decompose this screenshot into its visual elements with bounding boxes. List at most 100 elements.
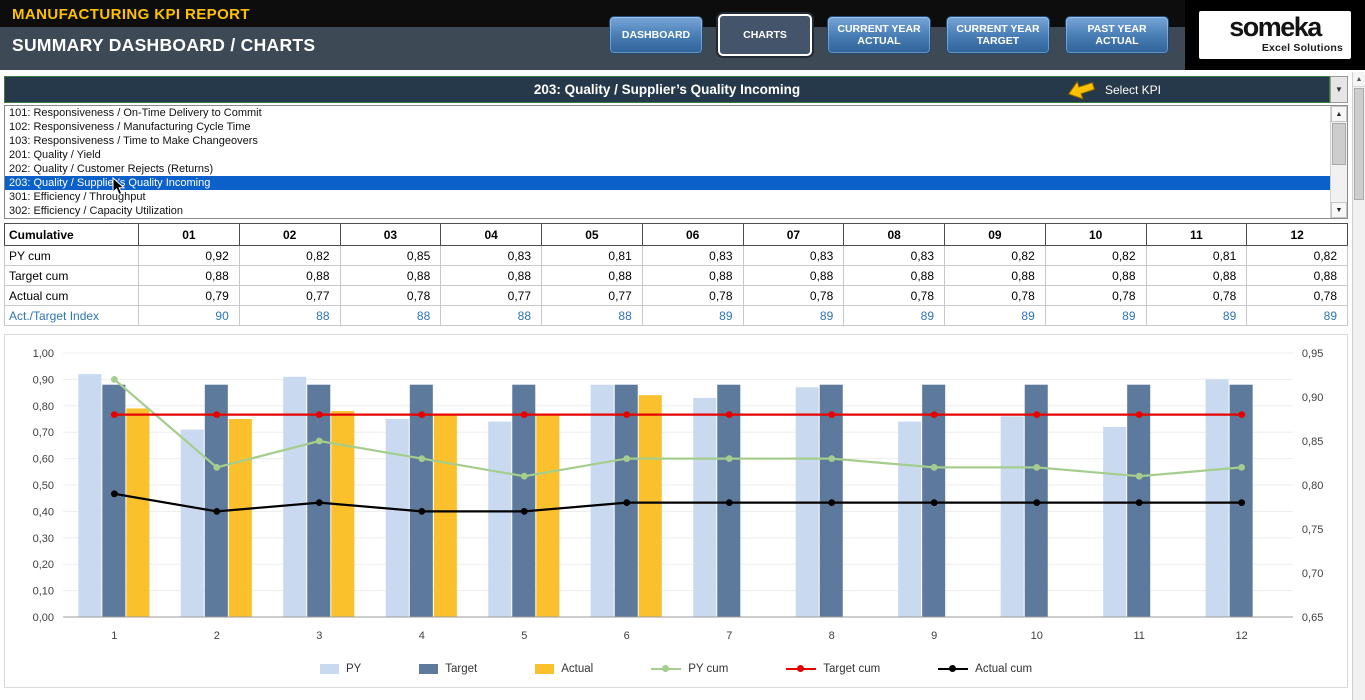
legend-label: Target [445,663,477,675]
svg-text:0,70: 0,70 [1302,568,1323,580]
scroll-down-icon[interactable]: ▼ [1331,202,1347,218]
scroll-up-icon[interactable]: ▲ [1331,106,1347,122]
table-header-cell: 09 [945,224,1046,246]
svg-text:9: 9 [931,630,937,642]
table-cell: 0,78 [1045,286,1146,306]
dropdown-scroll-thumb[interactable] [1332,123,1346,165]
content: 203: Quality / Supplier’s Quality Incomi… [2,74,1350,700]
kpi-dropdown-button[interactable]: ▼ [1330,76,1348,103]
svg-text:0,20: 0,20 [33,559,54,571]
table-cell: 0,82 [239,246,340,266]
table-cell: 0,92 [139,246,240,266]
logo-zone: someka Excel Solutions [1185,0,1365,70]
table-cell: 0,78 [340,286,441,306]
legend-label: Target cum [823,663,880,675]
row-label: Actual cum [5,286,139,306]
table-cell: 0,88 [340,266,441,286]
header-titles: MANUFACTURING KPI REPORT SUMMARY DASHBOA… [0,0,315,70]
kpi-option[interactable]: 203: Quality / Supplier’s Quality Incomi… [5,176,1347,190]
nav-charts[interactable]: CHARTS [718,14,812,56]
table-cell: 0,77 [542,286,643,306]
svg-text:11: 11 [1133,630,1144,642]
table-header-cell: 03 [340,224,441,246]
legend-item-actual-cum: Actual cum [938,663,1032,675]
svg-text:3: 3 [316,630,322,642]
svg-text:0,60: 0,60 [33,454,54,466]
table-row: Act./Target Index90888888888989898989898… [5,306,1348,326]
table-header-cell: 02 [239,224,340,246]
nav-past-year-actual[interactable]: PAST YEAR ACTUAL [1065,16,1169,54]
table-cell: 0,88 [542,266,643,286]
chart-legend: PY Target Actual PY cum Target cum Actual cum [7,651,1345,687]
table-header-cell: 06 [642,224,743,246]
table-cell: 0,88 [945,266,1046,286]
window-scrollbar[interactable]: ▲ [1352,72,1365,700]
table-cell: 89 [1146,306,1247,326]
window-scroll-thumb[interactable] [1354,88,1364,200]
dropdown-scroll-track[interactable] [1331,166,1347,202]
table-header-cell: 12 [1247,224,1348,246]
table-cell: 0,82 [1247,246,1348,266]
header: MANUFACTURING KPI REPORT SUMMARY DASHBOA… [0,0,1365,70]
legend-swatch-icon [320,664,339,674]
nav-current-year-target[interactable]: CURRENT YEAR TARGET [946,16,1050,54]
kpi-option[interactable]: 101: Responsiveness / On-Time Delivery t… [5,106,1347,120]
kpi-option[interactable]: 302: Efficiency / Capacity Utilization [5,204,1347,218]
legend-line-icon [938,668,968,671]
table-header-cell: Cumulative [5,224,139,246]
kpi-option[interactable]: 201: Quality / Yield [5,148,1347,162]
table-cell: 0,88 [743,266,844,286]
nav-dashboard[interactable]: DASHBOARD [609,16,703,54]
svg-text:0,50: 0,50 [33,480,54,492]
row-label: PY cum [5,246,139,266]
legend-label: PY [346,663,361,675]
svg-text:0,90: 0,90 [33,374,54,386]
kpi-selector-bar[interactable]: 203: Quality / Supplier’s Quality Incomi… [4,76,1330,103]
table-cell: 0,83 [642,246,743,266]
table-row: Actual cum0,790,770,780,770,770,780,780,… [5,286,1348,306]
legend-label: PY cum [688,663,728,675]
kpi-option[interactable]: 102: Responsiveness / Manufacturing Cycl… [5,120,1347,134]
kpi-option[interactable]: 103: Responsiveness / Time to Make Chang… [5,134,1347,148]
svg-text:1: 1 [111,630,117,642]
table-header-cell: 11 [1146,224,1247,246]
kpi-option[interactable]: 301: Efficiency / Throughput [5,190,1347,204]
chart-plot-area: 0,000,100,200,300,400,500,600,700,800,90… [7,339,1345,651]
legend-label: Actual [561,663,593,675]
table-cell: 0,78 [844,286,945,306]
kpi-option[interactable]: 202: Quality / Customer Rejects (Returns… [5,162,1347,176]
table-cell: 88 [340,306,441,326]
table-cell: 0,78 [945,286,1046,306]
table-cell: 88 [542,306,643,326]
select-kpi-text: Select KPI [1105,83,1161,97]
legend-swatch-icon [419,664,438,674]
nav-current-year-actual[interactable]: CURRENT YEAR ACTUAL [827,16,931,54]
table-cell: 0,78 [1247,286,1348,306]
table-cell: 89 [642,306,743,326]
window-scroll-up-icon[interactable]: ▲ [1353,72,1365,87]
table-cell: 89 [945,306,1046,326]
report-title: MANUFACTURING KPI REPORT [12,4,315,25]
svg-text:12: 12 [1236,630,1248,642]
chevron-down-icon: ▼ [1335,85,1343,94]
table-cell: 89 [1045,306,1146,326]
table-cell: 88 [441,306,542,326]
someka-brand: someka [1207,13,1343,42]
select-kpi-hint: Select KPI [1066,79,1161,101]
someka-logo: someka Excel Solutions [1199,11,1351,59]
legend-item-py: PY [320,663,361,675]
cumulative-table: Cumulative010203040506070809101112PY cum… [4,223,1348,326]
svg-text:0,30: 0,30 [33,533,54,545]
dropdown-scrollbar[interactable]: ▲ ▼ [1330,106,1347,218]
legend-line-icon [786,668,816,671]
table-cell: 89 [743,306,844,326]
svg-text:0,80: 0,80 [33,401,54,413]
table-header-cell: 04 [441,224,542,246]
kpi-dropdown-items: 101: Responsiveness / On-Time Delivery t… [5,106,1347,218]
table-cell: 88 [239,306,340,326]
svg-text:0,10: 0,10 [33,586,54,598]
legend-swatch-icon [535,664,554,674]
table-header-cell: 01 [139,224,240,246]
row-label: Act./Target Index [5,306,139,326]
svg-text:0,90: 0,90 [1302,392,1323,404]
